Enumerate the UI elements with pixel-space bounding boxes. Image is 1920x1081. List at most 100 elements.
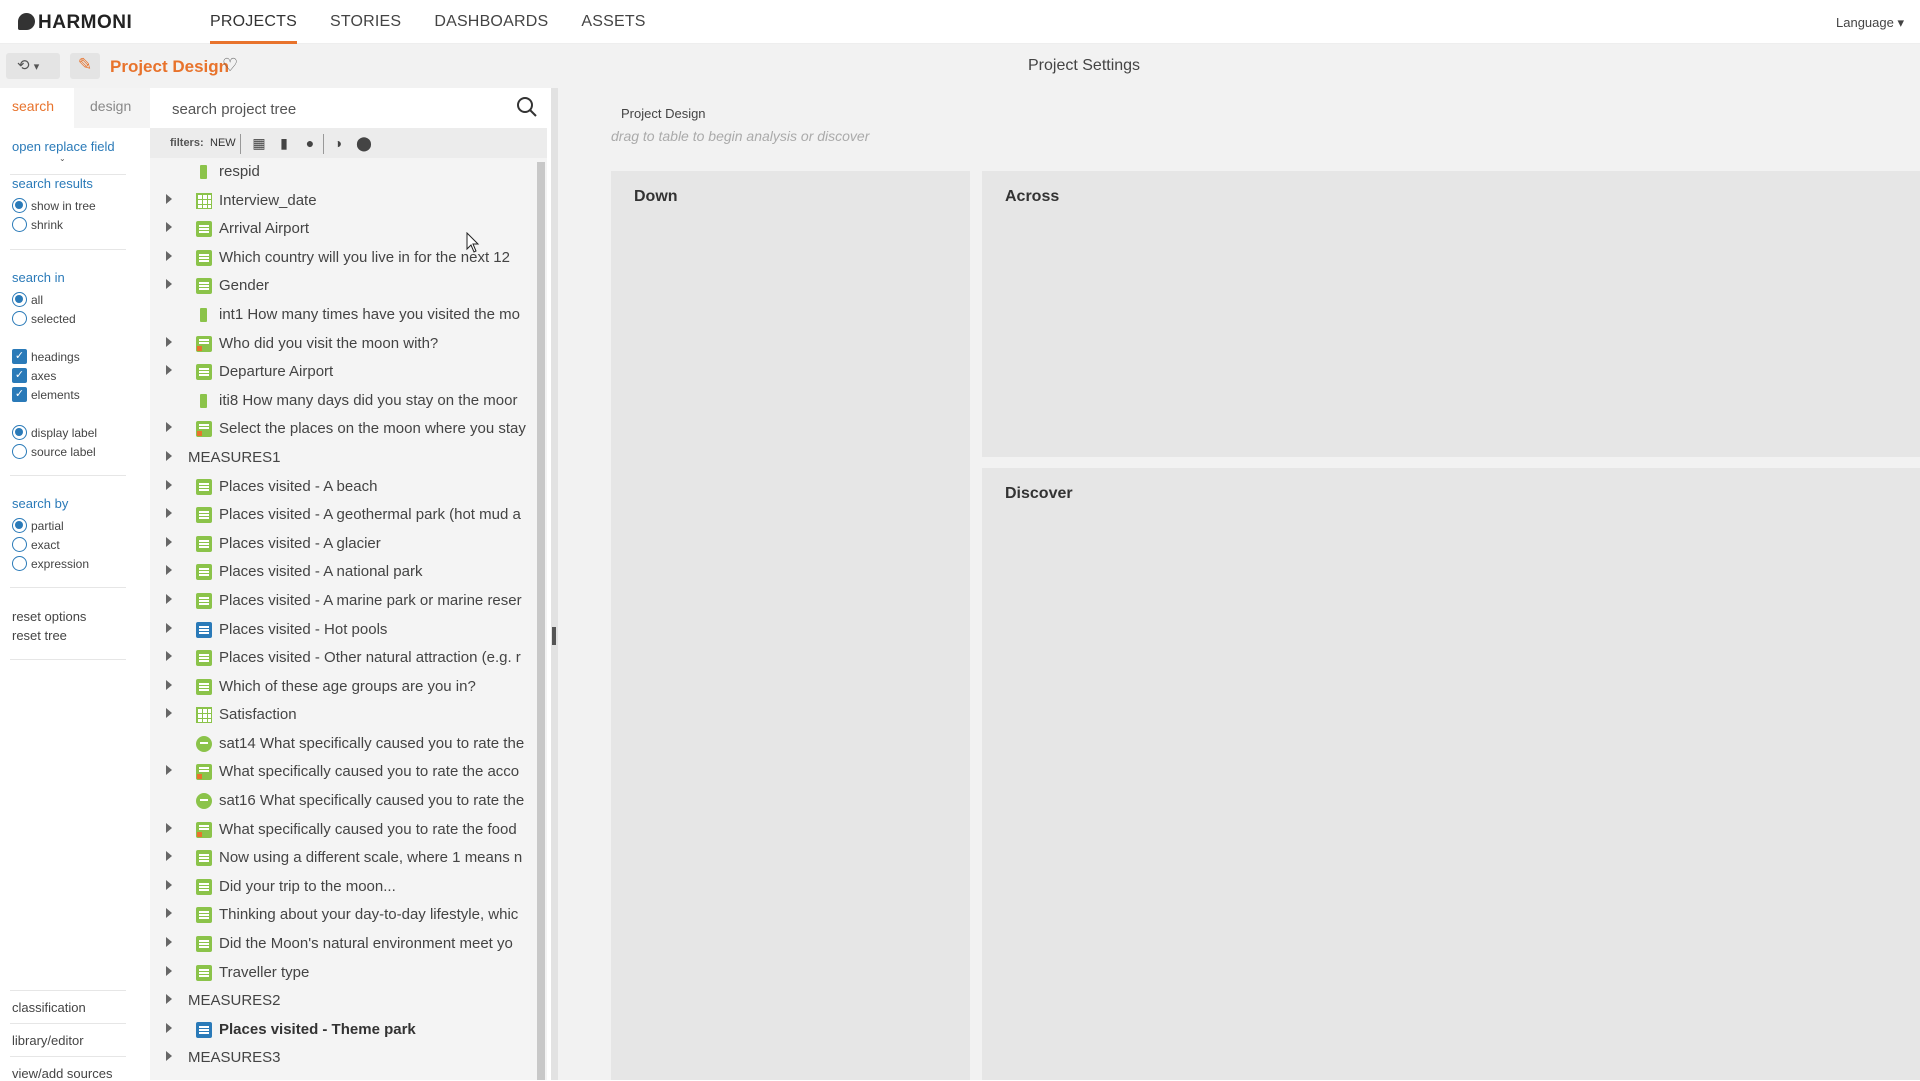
tree-item[interactable]: Departure Airport — [150, 358, 540, 387]
tree-item[interactable]: Which of these age groups are you in? — [150, 673, 540, 702]
reset-tree-link[interactable]: reset tree — [12, 628, 67, 643]
expand-arrow-icon[interactable] — [166, 222, 172, 233]
open-replace-field-link[interactable]: open replace field — [12, 139, 115, 154]
tree-item[interactable]: Interview_date — [150, 187, 540, 216]
tree-item[interactable]: Thinking about your day-to-day lifestyle… — [150, 901, 540, 930]
tree-item[interactable]: Did the Moon's natural environment meet … — [150, 930, 540, 959]
tree-item[interactable]: sat16 What specifically caused you to ra… — [150, 787, 540, 816]
expand-arrow-icon[interactable] — [166, 450, 172, 461]
project-settings-title[interactable]: Project Settings — [1028, 57, 1140, 75]
tree-item[interactable]: Places visited - Hot pools — [150, 616, 540, 645]
view-add-sources-link[interactable]: view/add sources — [12, 1066, 112, 1081]
tree-item[interactable]: Places visited - A beach — [150, 473, 540, 502]
axes-checkbox[interactable]: ✓ axes — [12, 368, 56, 383]
expand-arrow-icon[interactable] — [166, 422, 172, 433]
display-label-radio[interactable]: display label — [12, 425, 97, 440]
expand-arrow-icon[interactable] — [166, 679, 172, 690]
nav-dashboards[interactable]: DASHBOARDS — [434, 0, 548, 44]
expand-arrow-icon[interactable] — [166, 193, 172, 204]
tree-item[interactable]: Now using a different scale, where 1 mea… — [150, 844, 540, 873]
map-pin-filter-icon[interactable]: ● — [302, 135, 318, 151]
history-button[interactable]: ⟲ ▾ — [6, 53, 60, 79]
headings-checkbox[interactable]: ✓ headings — [12, 349, 80, 364]
chevron-down-icon[interactable]: ⌄ — [59, 154, 66, 163]
splitter-handle-icon[interactable] — [552, 627, 556, 645]
expand-arrow-icon[interactable] — [166, 336, 172, 347]
shrink-radio[interactable]: shrink — [12, 217, 63, 232]
tree-item[interactable]: Which country will you live in for the n… — [150, 244, 540, 273]
tree-item[interactable]: sat14 What specifically caused you to ra… — [150, 730, 540, 759]
classification-link[interactable]: classification — [12, 1000, 86, 1015]
tree-item[interactable]: Places visited - A national park — [150, 558, 540, 587]
tree-item[interactable]: Arrival Airport — [150, 215, 540, 244]
expand-arrow-icon[interactable] — [166, 593, 172, 604]
tree-scrollbar[interactable] — [537, 162, 545, 1080]
expand-arrow-icon[interactable] — [166, 565, 172, 576]
expand-arrow-icon[interactable] — [166, 765, 172, 776]
half-circle-filter-icon[interactable]: ◑ — [330, 135, 346, 151]
tree-group[interactable]: MEASURES1 — [150, 444, 540, 473]
partial-radio[interactable]: partial — [12, 518, 64, 533]
tab-search[interactable]: search — [12, 98, 54, 114]
tree-item[interactable]: int1 How many times have you visited the… — [150, 301, 540, 330]
expand-arrow-icon[interactable] — [166, 937, 172, 948]
expand-arrow-icon[interactable] — [166, 708, 172, 719]
tree-item[interactable]: Did your trip to the moon... — [150, 873, 540, 902]
tree-item[interactable]: Places visited - Theme park — [150, 1016, 540, 1045]
toggle-filter-icon[interactable]: ⬤ — [356, 135, 372, 151]
expand-arrow-icon[interactable] — [166, 879, 172, 890]
tree-item[interactable]: iti8 How many days did you stay on the m… — [150, 387, 540, 416]
exact-radio[interactable]: exact — [12, 537, 60, 552]
nav-stories[interactable]: STORIES — [330, 0, 401, 44]
tree-item[interactable]: Who did you visit the moon with? — [150, 330, 540, 359]
expand-arrow-icon[interactable] — [166, 1022, 172, 1033]
tree-item[interactable]: What specifically caused you to rate the… — [150, 758, 540, 787]
expand-arrow-icon[interactable] — [166, 965, 172, 976]
source-label-radio[interactable]: source label — [12, 444, 96, 459]
tab-design[interactable]: design — [74, 88, 150, 128]
search-in-all-radio[interactable]: all — [12, 292, 43, 307]
across-drop-zone[interactable]: Across — [982, 171, 1920, 457]
library-editor-link[interactable]: library/editor — [12, 1033, 84, 1048]
search-icon[interactable] — [516, 96, 538, 118]
discover-drop-zone[interactable]: Discover — [982, 468, 1920, 1080]
language-dropdown[interactable]: Language ▾ — [1836, 15, 1904, 31]
expression-radio[interactable]: expression — [12, 556, 89, 571]
tree-item[interactable]: Satisfaction — [150, 701, 540, 730]
expand-arrow-icon[interactable] — [166, 536, 172, 547]
expand-arrow-icon[interactable] — [166, 250, 172, 261]
expand-arrow-icon[interactable] — [166, 279, 172, 290]
expand-arrow-icon[interactable] — [166, 994, 172, 1005]
tree-group[interactable]: MEASURES2 — [150, 987, 540, 1016]
tree-item[interactable]: respid — [150, 158, 540, 187]
panel-splitter[interactable] — [551, 88, 558, 1080]
numeric-filter-icon[interactable]: ▮ — [276, 135, 292, 151]
expand-arrow-icon[interactable] — [166, 908, 172, 919]
grid-filter-icon[interactable]: ▦ — [251, 135, 267, 151]
expand-arrow-icon[interactable] — [166, 365, 172, 376]
tree-item[interactable]: What specifically caused you to rate the… — [150, 816, 540, 845]
tree-group[interactable]: MEASURES3 — [150, 1044, 540, 1073]
elements-checkbox[interactable]: ✓ elements — [12, 387, 80, 402]
favorite-heart-icon[interactable]: ♡ — [222, 55, 238, 76]
tree-item[interactable]: Gender — [150, 272, 540, 301]
project-title[interactable]: Project Design — [110, 57, 229, 77]
tree-item[interactable]: Places visited - A glacier — [150, 530, 540, 559]
tree-item[interactable]: Places visited - A geothermal park (hot … — [150, 501, 540, 530]
reset-options-link[interactable]: reset options — [12, 609, 86, 624]
tree-search-input[interactable] — [172, 98, 502, 120]
tree-item[interactable]: Places visited - A marine park or marine… — [150, 587, 540, 616]
expand-arrow-icon[interactable] — [166, 851, 172, 862]
filter-new-button[interactable]: NEW — [210, 137, 236, 149]
expand-arrow-icon[interactable] — [166, 622, 172, 633]
expand-arrow-icon[interactable] — [166, 1051, 172, 1062]
expand-arrow-icon[interactable] — [166, 651, 172, 662]
harmoni-logo[interactable]: HARMONI — [18, 12, 132, 34]
expand-arrow-icon[interactable] — [166, 479, 172, 490]
nav-projects[interactable]: PROJECTS — [210, 0, 297, 44]
show-in-tree-radio[interactable]: show in tree — [12, 198, 96, 213]
expand-arrow-icon[interactable] — [166, 508, 172, 519]
tree-item[interactable]: Traveller type — [150, 959, 540, 988]
expand-arrow-icon[interactable] — [166, 822, 172, 833]
search-in-selected-radio[interactable]: selected — [12, 311, 76, 326]
